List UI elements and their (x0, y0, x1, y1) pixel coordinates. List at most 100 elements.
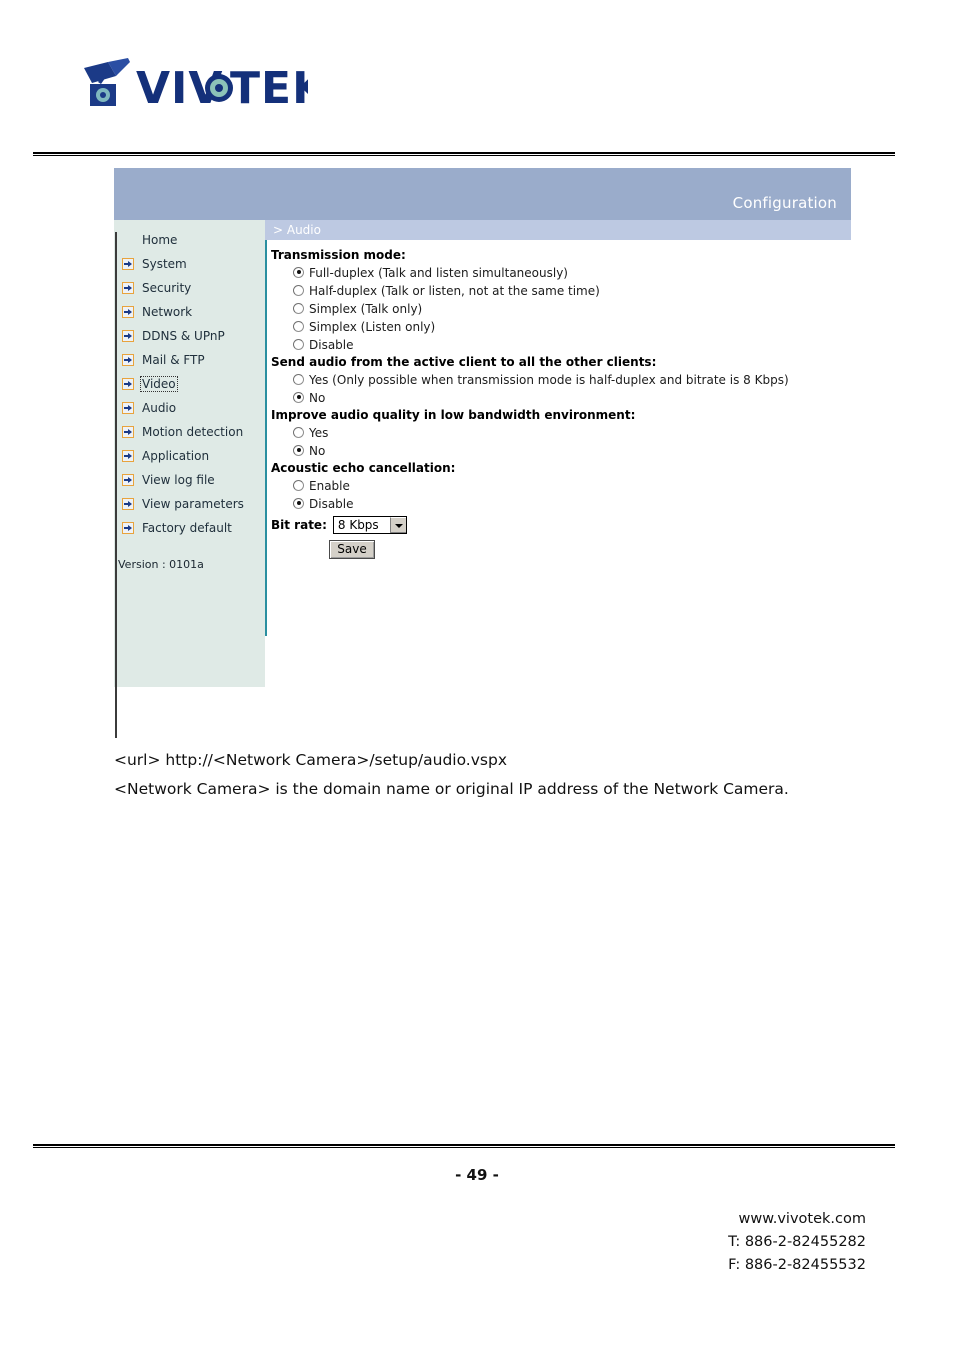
arrow-right-icon (122, 282, 134, 294)
sidebar-item-home[interactable]: Home (114, 228, 265, 252)
chevron-down-icon[interactable] (389, 517, 406, 533)
sidebar-item-system[interactable]: System (114, 252, 265, 276)
breadcrumb: > Audio (265, 220, 851, 240)
configuration-panel: Configuration Home System Security Netwo… (114, 168, 851, 687)
sidebar-item-label: Network (142, 305, 193, 319)
bitrate-select[interactable]: 8 Kbps (332, 516, 407, 534)
arrow-right-icon (122, 378, 134, 390)
radio-label: Full-duplex (Talk and listen simultaneou… (309, 266, 568, 280)
footer-fax: F: 886-2-82455532 (728, 1257, 866, 1273)
radio-option-disable-transmission[interactable]: Disable (293, 337, 851, 352)
sidebar-item-label: Mail & FTP (142, 353, 205, 367)
radio-option-send-audio-no[interactable]: No (293, 390, 851, 405)
panel-body: Home System Security Network DDNS & UPnP… (114, 220, 851, 687)
radio-label: Simplex (Listen only) (309, 320, 436, 334)
sidebar: Home System Security Network DDNS & UPnP… (114, 220, 265, 687)
arrow-right-icon (122, 474, 134, 486)
radio-icon[interactable] (293, 284, 304, 296)
sidebar-item-label: Security (142, 281, 192, 295)
radio-label: Enable (309, 479, 350, 493)
radio-icon[interactable] (293, 320, 304, 332)
description-paragraph: <Network Camera> is the domain name or o… (114, 780, 789, 798)
svg-text:TEK: TEK (230, 63, 308, 114)
vivotek-camera-logo: VIV TEK (84, 58, 308, 114)
sidebar-item-security[interactable]: Security (114, 276, 265, 300)
sidebar-item-motion-detection[interactable]: Motion detection (114, 420, 265, 444)
radio-icon[interactable] (293, 266, 304, 278)
sidebar-item-audio[interactable]: Audio (114, 396, 265, 420)
arrow-right-icon (122, 330, 134, 342)
url-line: <url> http://<Network Camera>/setup/audi… (114, 751, 507, 769)
sidebar-item-network[interactable]: Network (114, 300, 265, 324)
panel-left-rail (115, 232, 117, 738)
save-button[interactable]: Save (329, 540, 375, 559)
arrow-right-icon (122, 354, 134, 366)
sidebar-item-label: Home (142, 233, 178, 247)
sidebar-item-label: System (142, 257, 187, 271)
sidebar-item-application[interactable]: Application (114, 444, 265, 468)
radio-icon[interactable] (293, 426, 304, 438)
sidebar-item-label: Application (142, 449, 210, 463)
top-horizontal-rule (33, 152, 895, 157)
sidebar-item-factory-default[interactable]: Factory default (114, 516, 265, 540)
group-title-acoustic-echo-cancellation: Acoustic echo cancellation: (271, 461, 456, 475)
radio-icon[interactable] (293, 373, 304, 385)
footer-website: www.vivotek.com (738, 1211, 867, 1227)
radio-option-half-duplex[interactable]: Half-duplex (Talk or listen, not at the … (293, 283, 851, 298)
radio-option-simplex-talk[interactable]: Simplex (Talk only) (293, 301, 851, 316)
spacer-icon (122, 234, 134, 246)
sidebar-item-label: View log file (142, 473, 215, 487)
sidebar-item-mail-ftp[interactable]: Mail & FTP (114, 348, 265, 372)
firmware-version: Version : 0101a (118, 558, 204, 571)
content-column: > Audio Transmission mode: Full-duplex (… (265, 220, 851, 687)
arrow-right-icon (122, 450, 134, 462)
radio-label: Yes (309, 426, 329, 440)
content-left-rail (265, 240, 267, 636)
panel-header: Configuration (114, 168, 851, 220)
radio-label: Simplex (Talk only) (309, 302, 423, 316)
radio-icon[interactable] (293, 479, 304, 491)
radio-label: No (309, 444, 326, 458)
footer-contact-block: www.vivotek.com T: 886-2-82455282 F: 886… (728, 1208, 866, 1277)
audio-settings-form: Transmission mode: Full-duplex (Talk and… (265, 240, 851, 559)
bottom-horizontal-rule (33, 1144, 895, 1149)
radio-option-full-duplex[interactable]: Full-duplex (Talk and listen simultaneou… (293, 265, 851, 280)
sidebar-item-label: Video (140, 376, 178, 392)
sidebar-item-label: View parameters (142, 497, 244, 511)
radio-option-echo-disable[interactable]: Disable (293, 496, 851, 511)
sidebar-item-view-parameters[interactable]: View parameters (114, 492, 265, 516)
radio-option-improve-quality-yes[interactable]: Yes (293, 425, 851, 440)
sidebar-item-ddns-upnp[interactable]: DDNS & UPnP (114, 324, 265, 348)
group-title-transmission-mode: Transmission mode: (271, 248, 406, 262)
bitrate-row: Bit rate: 8 Kbps (271, 516, 851, 534)
sidebar-item-label: Audio (142, 401, 177, 415)
group-title-improve-audio-quality: Improve audio quality in low bandwidth e… (271, 408, 636, 422)
group-title-send-audio: Send audio from the active client to all… (271, 355, 657, 369)
radio-icon[interactable] (293, 444, 304, 456)
radio-option-simplex-listen[interactable]: Simplex (Listen only) (293, 319, 851, 334)
arrow-right-icon (122, 402, 134, 414)
radio-option-echo-enable[interactable]: Enable (293, 478, 851, 493)
arrow-right-icon (122, 306, 134, 318)
arrow-right-icon (122, 258, 134, 270)
arrow-right-icon (122, 522, 134, 534)
sidebar-item-label: Motion detection (142, 425, 244, 439)
radio-label: Disable (309, 497, 354, 511)
radio-icon[interactable] (293, 497, 304, 509)
radio-label: Half-duplex (Talk or listen, not at the … (309, 284, 600, 298)
documentation-text: <url> http://<Network Camera>/setup/audi… (114, 746, 866, 804)
radio-label: Yes (Only possible when transmission mod… (309, 373, 789, 387)
bitrate-label: Bit rate: (271, 518, 327, 532)
radio-label: Disable (309, 338, 354, 352)
sidebar-item-label: Factory default (142, 521, 232, 535)
sidebar-item-video[interactable]: Video (114, 372, 265, 396)
radio-icon[interactable] (293, 391, 304, 403)
sidebar-item-view-log-file[interactable]: View log file (114, 468, 265, 492)
radio-option-improve-quality-no[interactable]: No (293, 443, 851, 458)
radio-icon[interactable] (293, 338, 304, 350)
radio-option-send-audio-yes[interactable]: Yes (Only possible when transmission mod… (293, 372, 851, 387)
vivotek-logo: VIV TEK (78, 58, 308, 116)
radio-icon[interactable] (293, 302, 304, 314)
arrow-right-icon (122, 426, 134, 438)
